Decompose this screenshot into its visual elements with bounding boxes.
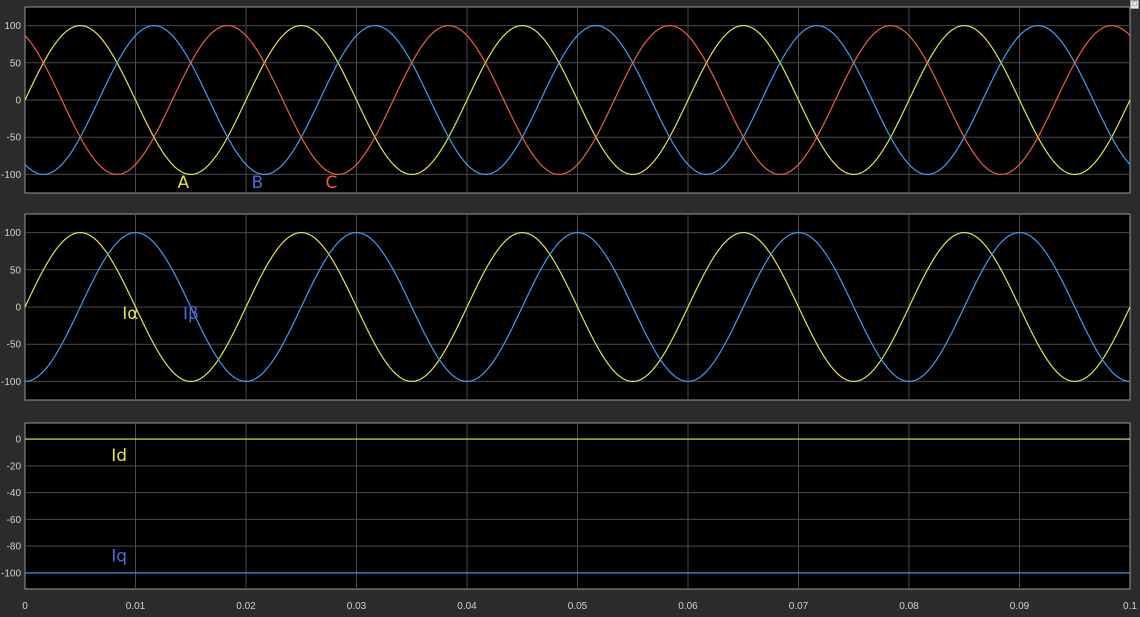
y-tick-label: -60 [7,515,22,526]
y-tick-label: 100 [4,228,21,239]
y-tick-label: 50 [10,265,22,276]
y-tick-label: -100 [1,568,21,579]
scope-panel-2[interactable]: 100 50 0 -50 -100 Iα Iβ [1,213,1131,401]
y-tick-label: 50 [10,58,22,69]
x-tick-label: 0.03 [347,601,367,612]
y-tick-label: 0 [15,435,21,446]
x-tick-label: 0.07 [789,601,809,612]
y-tick-label: 100 [4,21,21,32]
y-tick-label: -20 [7,461,22,472]
series-annotation-B: B [252,173,264,193]
y-tick-label: 0 [15,303,21,314]
y-tick-label: -100 [1,377,21,388]
scope-panel-3[interactable]: 0 -20 -40 -60 -80 -100 Id Iq 0 0.01 0.02 0.03 0.04 0.… [1,422,1137,612]
x-tick-label: 0 [22,601,28,612]
series-annotation-C: C [326,173,338,193]
y-tick-label: -80 [7,542,22,553]
x-tick-label: 0.02 [236,601,256,612]
series-annotation-Iβ: Iβ [183,304,199,324]
series-annotation-Iq: Iq [111,547,127,567]
x-tick-label: 0.01 [126,601,146,612]
y-tick-label: -100 [1,170,21,181]
x-tick-label: 0.08 [899,601,919,612]
x-tick-label: 0.1 [1123,601,1137,612]
expand-icon[interactable]: □ [1130,0,1139,9]
y-tick-label: -50 [7,133,22,144]
x-tick-label: 0.05 [568,601,588,612]
scope-display: 100 50 0 -50 -100 A B C 100 50 0 -50 -100 Iα Iβ 0 -20 -40… [1,6,1137,612]
x-tick-label: 0.04 [457,601,477,612]
series-annotation-Iα: Iα [122,304,138,324]
x-tick-label: 0.09 [1010,601,1030,612]
scope-panel-1[interactable]: 100 50 0 -50 -100 A B C [1,6,1131,194]
series-annotation-Id: Id [111,446,127,466]
x-tick-label: 0.06 [678,601,698,612]
y-tick-label: 0 [15,96,21,107]
y-tick-label: -50 [7,340,22,351]
y-tick-label: -40 [7,488,22,499]
series-annotation-A: A [177,173,189,193]
